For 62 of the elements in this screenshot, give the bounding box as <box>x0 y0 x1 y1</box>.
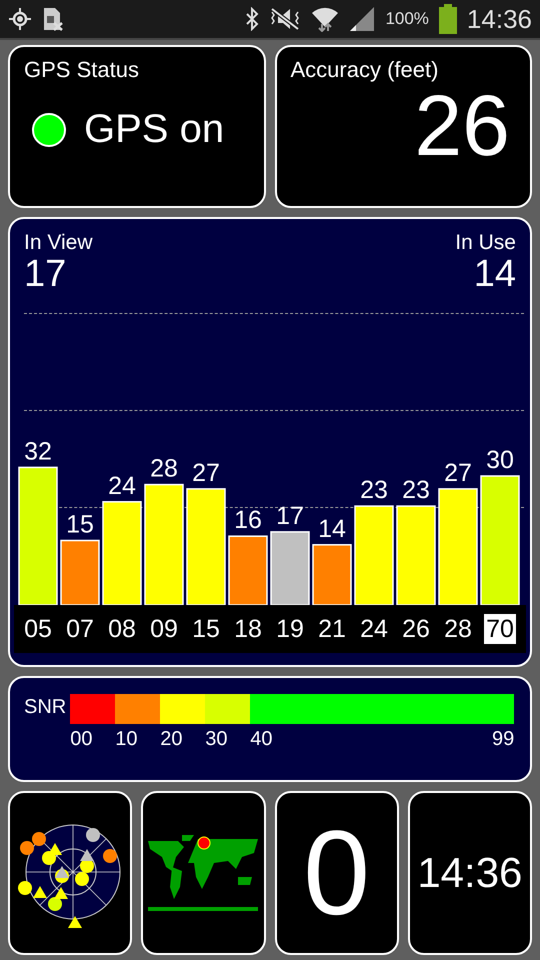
signal-icon <box>349 6 376 32</box>
satellite-count: 0 <box>303 805 370 942</box>
satellite-marker <box>75 872 90 886</box>
scale-label: 99 <box>490 728 514 751</box>
satellite-marker <box>33 886 48 898</box>
snr-label: SNR <box>24 696 66 719</box>
satellite-id: 18 <box>233 614 263 644</box>
clock-time: 14:36 <box>417 849 522 897</box>
satellite-id: 21 <box>317 614 347 644</box>
muted-speaker-icon <box>269 7 302 31</box>
bar-value: 30 <box>486 446 514 474</box>
scale-label: 10 <box>115 728 138 751</box>
satellite-marker <box>54 887 68 899</box>
sim-card-icon <box>42 7 64 31</box>
scale-label: 20 <box>160 728 184 751</box>
satellite-id: 15 <box>191 614 221 644</box>
satellite-marker <box>68 916 82 928</box>
satellite-id: 19 <box>275 614 305 644</box>
battery-icon <box>438 4 457 34</box>
card-title: GPS Status <box>24 57 140 83</box>
gps-status-text: GPS on <box>84 107 224 152</box>
in-view-count: 17 <box>24 255 68 295</box>
scale-label: 00 <box>70 728 94 751</box>
wifi-icon <box>311 6 340 32</box>
satellite-marker <box>103 849 118 863</box>
card-title: Accuracy (feet) <box>290 57 440 83</box>
scale-label: 40 <box>250 728 274 751</box>
satellite-marker <box>32 832 46 846</box>
satellite-marker <box>80 859 94 873</box>
bar-value: 27 <box>192 458 220 487</box>
bar-value: 28 <box>150 454 178 482</box>
bar-value: 16 <box>234 506 262 534</box>
bar-value: 23 <box>402 476 430 504</box>
satellite-id: 70 <box>484 614 516 644</box>
satellite-id: 26 <box>401 614 431 644</box>
bar-value: 27 <box>444 458 472 487</box>
satellite-marker <box>55 866 70 878</box>
bar-value: 17 <box>276 502 304 530</box>
in-use-label: In Use <box>455 231 516 255</box>
bar-value: 24 <box>108 472 136 500</box>
satellite-id: 28 <box>443 614 473 644</box>
bluetooth-icon <box>245 7 260 31</box>
in-use-count: 14 <box>474 255 516 295</box>
satellite-marker <box>18 881 32 895</box>
status-time: 14:36 <box>466 4 532 34</box>
bar-value: 14 <box>318 514 346 543</box>
scale-label: 30 <box>205 728 228 751</box>
bar-value: 15 <box>66 510 94 538</box>
satellite-marker <box>20 841 34 855</box>
satellite-id: 24 <box>359 614 389 644</box>
satellite-id: 09 <box>149 614 179 644</box>
satellite-id: 05 <box>23 614 53 644</box>
satellite-marker <box>48 897 62 911</box>
satellite-marker <box>86 828 100 842</box>
battery-percent: 100% <box>385 9 429 29</box>
satellite-id: 07 <box>65 614 95 644</box>
bar-value: 23 <box>360 476 388 504</box>
bar-value: 32 <box>24 437 52 466</box>
in-view-label: In View <box>24 231 92 255</box>
satellite-marker <box>48 843 62 855</box>
location-icon <box>8 7 32 31</box>
satellite-id: 08 <box>107 614 137 644</box>
